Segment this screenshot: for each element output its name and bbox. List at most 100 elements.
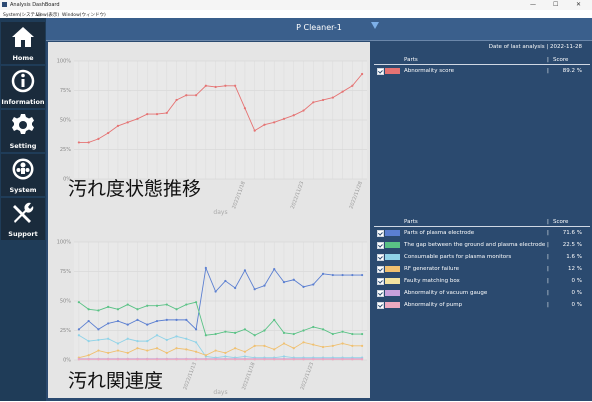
data-point <box>185 303 188 306</box>
equipment-title: P Cleaner-1 <box>296 23 342 32</box>
data-point <box>331 273 334 277</box>
series-checkbox[interactable] <box>377 266 384 273</box>
data-point <box>253 334 256 337</box>
data-point <box>224 351 227 355</box>
row-score: 0 % <box>571 278 582 284</box>
data-point <box>263 284 266 287</box>
data-point <box>116 342 120 345</box>
data-point <box>77 141 80 144</box>
data-point <box>224 358 227 361</box>
row-name: Abnormality of vacuum gauge <box>404 290 488 296</box>
row-separator: | <box>547 290 549 296</box>
series-checkbox[interactable] <box>377 68 384 75</box>
col-separator: | <box>547 57 549 63</box>
data-point <box>77 358 80 361</box>
series-checkbox[interactable] <box>377 254 384 261</box>
gear-icon <box>12 114 34 134</box>
close-icon[interactable]: ✕ <box>576 1 581 8</box>
data-point <box>116 358 120 361</box>
data-point <box>97 328 100 331</box>
nav-system-button[interactable]: System <box>1 154 45 196</box>
data-point <box>87 319 90 323</box>
data-point <box>155 319 159 323</box>
col-score-header: Score <box>553 219 569 225</box>
series-checkbox[interactable] <box>377 290 384 297</box>
data-point <box>351 273 354 277</box>
title-bar: Analysis DashBoard — ☐ ✕ <box>0 0 592 10</box>
data-point <box>361 273 364 277</box>
data-point <box>234 84 237 87</box>
data-point <box>194 350 198 353</box>
data-point <box>341 342 344 345</box>
data-point <box>321 98 325 102</box>
data-point <box>194 358 198 361</box>
data-point <box>107 305 110 308</box>
data-point <box>116 308 120 311</box>
data-point <box>204 84 207 87</box>
row-score: 12 % <box>568 266 582 272</box>
x-tick-label: 2022/11/13 <box>182 362 197 391</box>
row-name: Parts of plasma electrode <box>404 230 475 236</box>
data-point <box>234 347 237 350</box>
series-swatch <box>385 302 400 308</box>
data-point <box>107 337 110 340</box>
dropdown-arrow-icon[interactable] <box>371 22 379 30</box>
col-parts-header: Parts <box>404 57 418 63</box>
data-point <box>282 355 286 358</box>
relevance-chart-panel: 0% 25% 50% 75% 100% 2022/11/13 2022/11/18 2022/… <box>48 223 370 398</box>
data-point <box>77 334 80 337</box>
x-tick-label: 2022/11/23 <box>290 181 305 210</box>
maximize-icon[interactable]: ☐ <box>553 1 558 8</box>
data-point <box>351 358 354 361</box>
minimize-icon[interactable]: — <box>530 1 536 8</box>
data-point <box>136 117 139 120</box>
data-point <box>282 331 286 334</box>
table-row: RF generator failure | 12 % <box>374 264 590 274</box>
series-checkbox[interactable] <box>377 242 384 249</box>
data-point <box>97 338 100 342</box>
data-point <box>87 354 90 357</box>
data-point <box>263 344 266 347</box>
abnormality-table: Date of last analysis | 2022-11-28 Parts… <box>374 42 590 102</box>
y-tick-label: 0% <box>63 358 71 364</box>
data-point <box>263 123 266 126</box>
col-parts-header: Parts <box>404 219 418 225</box>
y-tick-label: 75% <box>60 88 71 94</box>
series-checkbox[interactable] <box>377 230 384 237</box>
data-point <box>361 332 364 336</box>
data-point <box>165 358 168 361</box>
series-swatch <box>385 68 400 74</box>
data-point <box>126 337 129 340</box>
series-checkbox[interactable] <box>377 278 384 285</box>
nav-home-button[interactable]: Home <box>1 22 45 64</box>
nav-information-button[interactable]: Information <box>1 66 45 108</box>
series-checkbox[interactable] <box>377 302 384 309</box>
data-point <box>292 332 295 336</box>
data-point <box>302 109 305 112</box>
y-tick-label: 75% <box>60 269 71 275</box>
data-point <box>321 358 325 361</box>
data-point <box>116 124 120 127</box>
y-tick-label: 100% <box>57 59 72 65</box>
data-point <box>116 349 120 352</box>
nav-setting-button[interactable]: Setting <box>1 110 45 152</box>
table-header: Parts | Score <box>374 56 590 65</box>
data-point <box>253 288 256 291</box>
data-point <box>165 351 168 355</box>
row-score: 71.6 % <box>562 230 582 236</box>
nav-support-button[interactable]: Support <box>1 198 45 240</box>
data-point <box>175 318 178 321</box>
y-tick-label: 50% <box>60 118 71 124</box>
data-point <box>87 358 90 361</box>
series-swatch <box>385 242 400 248</box>
row-name: The gap between the ground and plasma el… <box>404 242 546 248</box>
data-point <box>282 281 286 284</box>
series-swatch <box>385 290 400 296</box>
data-point <box>312 283 315 286</box>
data-point <box>165 303 168 306</box>
data-point <box>136 318 139 321</box>
table-row: Abnormality of vacuum gauge | 0 % <box>374 288 590 298</box>
data-point <box>194 301 198 304</box>
data-point <box>116 319 120 323</box>
data-point <box>194 341 198 344</box>
